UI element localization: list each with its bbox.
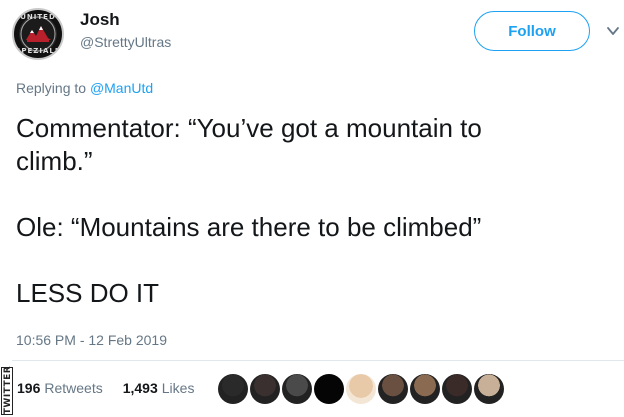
avatar-ring-top-text: UNITED bbox=[20, 13, 56, 21]
avatar-photo-black[interactable] bbox=[314, 374, 344, 404]
author-handle[interactable]: @StrettyUltras bbox=[80, 34, 171, 50]
tweet-timestamp[interactable]: 10:56 PM - 12 Feb 2019 bbox=[16, 332, 167, 348]
reply-mention-link[interactable]: @ManUtd bbox=[90, 80, 153, 96]
replying-to-label: Replying to bbox=[16, 80, 87, 96]
replying-to-line: Replying to @ManUtd bbox=[16, 80, 153, 96]
avatar-photo-face[interactable] bbox=[410, 374, 440, 404]
chevron-down-icon[interactable] bbox=[606, 24, 620, 38]
likes-label[interactable]: Likes bbox=[162, 380, 195, 396]
stats-divider bbox=[12, 360, 624, 361]
likes-count[interactable]: 1,493 bbox=[123, 380, 158, 396]
avatar-photo-crowd[interactable] bbox=[442, 374, 472, 404]
avatar-photo-person[interactable] bbox=[474, 374, 504, 404]
avatar-photo-light[interactable] bbox=[346, 374, 376, 404]
avatar-photo-glasses[interactable] bbox=[282, 374, 312, 404]
twitter-watermark: TWITTER bbox=[0, 365, 14, 417]
avatar-photo-sunglasses[interactable] bbox=[250, 374, 280, 404]
avatar-ring-bottom-text: SPEZIALE bbox=[15, 47, 61, 55]
tweet-stats: 196 Retweets 1,493 Likes bbox=[17, 380, 194, 396]
avatar-photo-group[interactable] bbox=[378, 374, 408, 404]
author-avatar[interactable]: UNITED SPEZIALE bbox=[12, 8, 64, 60]
tweet-text: Commentator: “You’ve got a mountain to c… bbox=[16, 113, 482, 308]
retweets-count[interactable]: 196 bbox=[17, 380, 40, 396]
author-display-name[interactable]: Josh bbox=[80, 10, 120, 30]
follow-button[interactable]: Follow bbox=[474, 11, 590, 51]
liker-avatars-row bbox=[218, 374, 504, 404]
retweets-label[interactable]: Retweets bbox=[44, 380, 102, 396]
watermark-text: TWITTER bbox=[3, 365, 14, 415]
avatar-photo-dark[interactable] bbox=[218, 374, 248, 404]
